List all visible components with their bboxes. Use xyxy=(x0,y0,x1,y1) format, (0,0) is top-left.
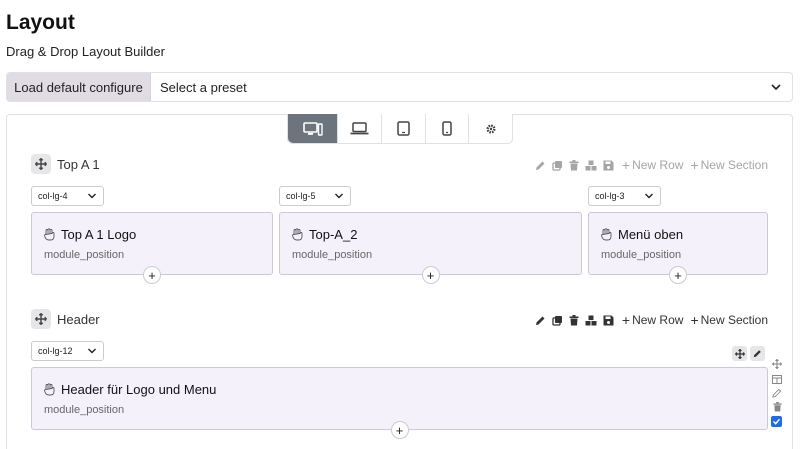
module-card[interactable]: Header für Logo und Menu module_position… xyxy=(31,367,768,439)
preset-select[interactable]: Select a preset xyxy=(151,73,792,101)
move-handle-icon[interactable] xyxy=(31,309,51,329)
column-size-value: col-lg-12 xyxy=(38,346,73,356)
pencil-icon[interactable] xyxy=(771,387,783,399)
settings-button[interactable] xyxy=(469,114,512,143)
column-size-select[interactable]: col-lg-4 xyxy=(31,186,104,206)
new-row-label: New Row xyxy=(632,158,684,172)
new-row-label: New Row xyxy=(632,313,684,327)
hand-icon xyxy=(292,228,303,241)
device-desktop-button[interactable] xyxy=(288,114,339,143)
hand-icon xyxy=(601,228,612,241)
preset-bar: Load default configure Select a preset xyxy=(6,72,793,102)
load-default-button[interactable]: Load default configure xyxy=(7,73,151,101)
module-position: module_position xyxy=(44,249,125,261)
save-icon[interactable] xyxy=(602,159,615,172)
copy-icon[interactable] xyxy=(551,159,564,172)
module-card[interactable]: Top-A_2 module_position + xyxy=(279,212,582,284)
module-position: module_position xyxy=(44,404,125,416)
pencil-icon[interactable] xyxy=(534,314,547,327)
cubes-icon[interactable] xyxy=(585,314,598,327)
trash-icon[interactable] xyxy=(771,401,783,413)
plus-icon: + xyxy=(621,312,631,328)
mobile-icon xyxy=(442,121,452,136)
column-size-select[interactable]: col-lg-5 xyxy=(279,186,351,206)
page-title: Layout xyxy=(6,11,75,34)
device-laptop-button[interactable] xyxy=(338,114,382,143)
gear-icon xyxy=(486,124,496,133)
hand-icon xyxy=(44,383,55,396)
module-position: module_position xyxy=(601,249,682,261)
plus-icon: + xyxy=(621,157,631,173)
move-handle-icon[interactable] xyxy=(31,154,51,174)
device-mobile-button[interactable] xyxy=(426,114,470,143)
module-card[interactable]: Top A 1 Logo module_position + xyxy=(31,212,273,284)
module-title: Menü oben xyxy=(618,227,684,242)
section-toolbar: + New Row + New Section xyxy=(534,312,768,328)
copy-icon[interactable] xyxy=(551,314,564,327)
column-size-value: col-lg-4 xyxy=(38,191,68,201)
page-subtitle: Drag & Drop Layout Builder xyxy=(6,44,165,59)
trash-icon[interactable] xyxy=(568,314,581,327)
add-module-button[interactable]: + xyxy=(143,266,161,284)
chevron-down-icon xyxy=(88,193,96,199)
new-section-button[interactable]: + New Section xyxy=(690,157,768,173)
plus-icon: + xyxy=(690,312,699,328)
layout-builder: Top A 1 + New Row + New Section col-lg-4 c… xyxy=(6,114,793,449)
new-section-button[interactable]: + New Section xyxy=(690,312,768,328)
chevron-down-icon xyxy=(335,193,343,199)
laptop-icon xyxy=(350,122,369,135)
column-size-select[interactable]: col-lg-3 xyxy=(588,186,661,206)
desktop-icon xyxy=(302,121,323,136)
tablet-icon xyxy=(396,121,410,136)
new-row-button[interactable]: + New Row xyxy=(622,157,684,173)
section-toolbar: + New Row + New Section xyxy=(534,157,768,173)
plus-icon: + xyxy=(690,157,699,173)
section-header: Top A 1 xyxy=(31,154,100,174)
chevron-down-icon xyxy=(645,193,653,199)
module-title: Top-A_2 xyxy=(309,227,358,242)
save-icon[interactable] xyxy=(602,314,615,327)
move-column-icon[interactable] xyxy=(771,358,783,370)
chevron-down-icon xyxy=(771,84,781,91)
section-title: Header xyxy=(57,311,100,327)
hand-icon xyxy=(44,228,55,241)
preset-select-value: Select a preset xyxy=(160,79,247,95)
cubes-icon[interactable] xyxy=(585,159,598,172)
column-size-value: col-lg-5 xyxy=(286,191,316,201)
column-size-value: col-lg-3 xyxy=(595,191,625,201)
module-title: Header für Logo und Menu xyxy=(61,382,217,397)
section-title: Top A 1 xyxy=(57,156,100,172)
add-module-button[interactable]: + xyxy=(390,421,409,439)
add-module-button[interactable]: + xyxy=(669,266,687,284)
edit-row-icon[interactable] xyxy=(750,346,765,361)
device-tablet-button[interactable] xyxy=(382,114,426,143)
new-row-button[interactable]: + New Row xyxy=(622,312,684,328)
new-section-label: New Section xyxy=(700,158,768,172)
module-card[interactable]: Menü oben module_position + xyxy=(588,212,768,284)
module-position: module_position xyxy=(292,249,373,261)
add-module-button[interactable]: + xyxy=(421,266,440,284)
module-title: Top A 1 Logo xyxy=(61,227,137,242)
device-switcher xyxy=(287,114,513,144)
section-header: Header xyxy=(31,309,100,329)
move-row-icon[interactable] xyxy=(732,346,747,361)
chevron-down-icon xyxy=(88,348,96,354)
columns-icon[interactable] xyxy=(771,373,783,385)
select-checkbox[interactable] xyxy=(771,416,782,427)
new-section-label: New Section xyxy=(700,313,768,327)
trash-icon[interactable] xyxy=(568,159,581,172)
column-size-select[interactable]: col-lg-12 xyxy=(31,341,104,361)
pencil-icon[interactable] xyxy=(534,159,547,172)
